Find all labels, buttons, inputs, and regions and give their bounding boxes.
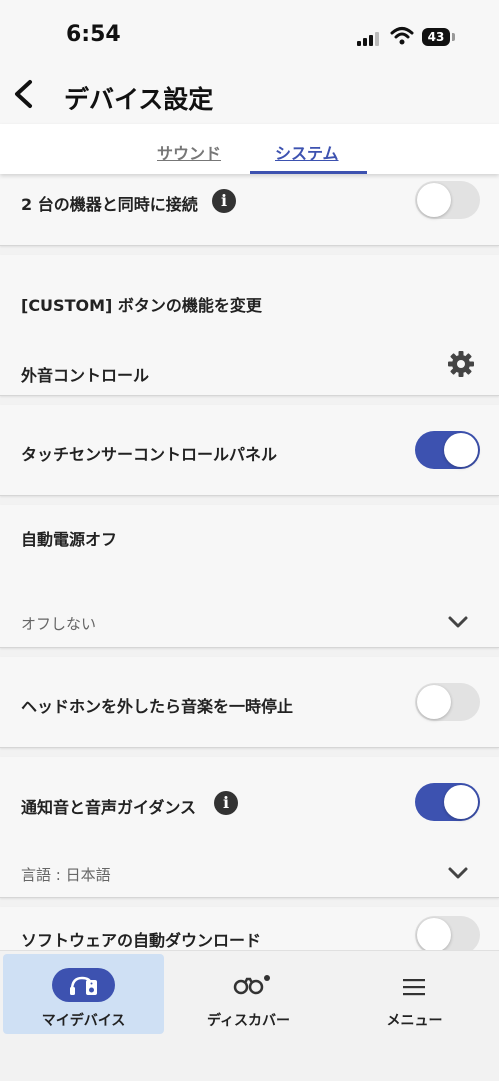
- setting-auto-power-off[interactable]: 自動電源オフ オフしない: [0, 505, 499, 648]
- wifi-icon: [390, 27, 414, 45]
- custom-button-value: 外音コントロール: [21, 366, 150, 385]
- info-icon[interactable]: i: [212, 189, 236, 213]
- back-arrow-icon[interactable]: [8, 76, 38, 112]
- status-time: 6:54: [66, 22, 121, 47]
- tab-system[interactable]: システム: [275, 140, 339, 164]
- battery-tip: [452, 33, 455, 41]
- nav-my-device-label: マイデバイス: [41, 1013, 126, 1029]
- tab-sound[interactable]: サウンド: [157, 140, 221, 164]
- custom-button-label: [CUSTOM] ボタンの機能を変更: [21, 296, 262, 315]
- settings-list: 2 台の機器と同時に接続 i [CUSTOM] ボタンの機能を変更 外音コントロ…: [0, 174, 499, 950]
- status-bar: 6:54 43: [0, 0, 499, 62]
- setting-multipoint: 2 台の機器と同時に接続 i: [0, 174, 499, 246]
- nav-bar: デバイス設定: [0, 62, 499, 124]
- setting-software-download: ソフトウェアの自動ダウンロード: [0, 907, 499, 950]
- notification-voice-toggle[interactable]: [415, 783, 480, 821]
- notification-voice-label: 通知音と音声ガイダンス: [21, 798, 197, 817]
- nav-my-device[interactable]: マイデバイス: [3, 954, 164, 1034]
- headphones-icon: [70, 976, 97, 995]
- page-title: デバイス設定: [64, 85, 214, 114]
- hamburger-menu-icon: [403, 979, 425, 996]
- nav-menu-label: メニュー: [386, 1013, 443, 1029]
- nav-discover[interactable]: ディスカバー: [168, 954, 329, 1034]
- bottom-navigation: マイデバイス ディスカバー メニュー: [0, 950, 499, 1081]
- setting-custom-button[interactable]: [CUSTOM] ボタンの機能を変更 外音コントロール: [0, 255, 499, 396]
- signal-icon: [357, 30, 381, 46]
- pause-on-removal-toggle[interactable]: [415, 683, 480, 721]
- info-icon[interactable]: i: [214, 791, 238, 815]
- multipoint-toggle[interactable]: [415, 181, 480, 219]
- touch-panel-toggle[interactable]: [415, 431, 480, 469]
- software-download-label: ソフトウェアの自動ダウンロード: [21, 931, 262, 950]
- setting-notification-voice: 通知音と音声ガイダンス i 言語 : 日本語: [0, 757, 499, 898]
- setting-touch-panel: タッチセンサーコントロールパネル: [0, 405, 499, 496]
- tab-bar: サウンド システム: [0, 124, 499, 174]
- language-value[interactable]: 言語 : 日本語: [21, 864, 111, 885]
- touch-panel-label: タッチセンサーコントロールパネル: [21, 445, 278, 464]
- battery-icon: 43: [422, 28, 450, 46]
- auto-power-off-label: 自動電源オフ: [21, 530, 118, 549]
- gear-icon[interactable]: [447, 350, 475, 378]
- software-download-toggle[interactable]: [415, 916, 480, 950]
- my-device-pill: [52, 968, 115, 1002]
- nav-menu[interactable]: メニュー: [334, 954, 495, 1034]
- tab-active-indicator: [250, 171, 367, 174]
- pause-on-removal-label: ヘッドホンを外したら音楽を一時停止: [21, 697, 294, 716]
- binoculars-icon: [233, 975, 270, 995]
- multipoint-label: 2 台の機器と同時に接続: [21, 195, 198, 214]
- nav-discover-label: ディスカバー: [206, 1013, 291, 1029]
- chevron-down-icon[interactable]: [447, 866, 469, 880]
- auto-power-off-value: オフしない: [21, 615, 97, 633]
- chevron-down-icon[interactable]: [447, 615, 469, 629]
- setting-pause-on-removal: ヘッドホンを外したら音楽を一時停止: [0, 657, 499, 748]
